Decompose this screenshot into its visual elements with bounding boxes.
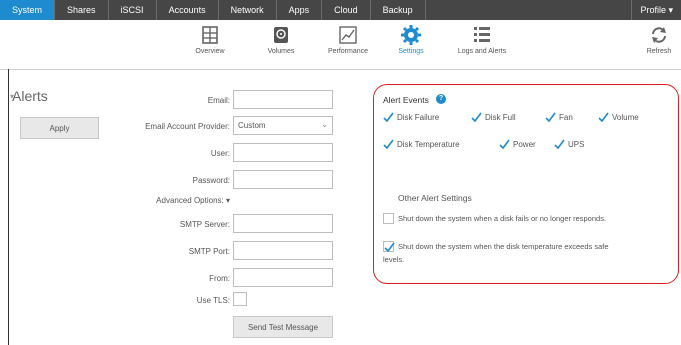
subnav-settings[interactable]: Settings xyxy=(391,24,431,55)
use-tls-label: Use TLS: xyxy=(196,296,230,305)
subnav-overview-label: Overview xyxy=(195,48,225,55)
send-test-message-button[interactable]: Send Test Message xyxy=(233,316,333,338)
checkmark-icon xyxy=(545,112,556,123)
smtp-port-label: SMTP Port: xyxy=(188,247,230,256)
tab-shares[interactable]: Shares xyxy=(55,0,109,20)
alert-events-title: Alert Events xyxy=(383,95,429,105)
subnav-performance-label: Performance xyxy=(327,48,369,55)
refresh-label: Refresh xyxy=(646,48,672,55)
sub-navigation: Overview Volumes Performance Settings Lo… xyxy=(0,20,681,70)
event-fan[interactable]: Fan xyxy=(545,112,573,123)
settings-icon xyxy=(400,24,422,46)
left-border xyxy=(8,69,9,345)
email-label: Email: xyxy=(207,96,230,105)
tab-accounts[interactable]: Accounts xyxy=(157,0,219,20)
event-power-label: Power xyxy=(513,140,536,149)
page-title: Alerts xyxy=(12,88,48,104)
performance-icon xyxy=(337,24,359,46)
advanced-options-toggle[interactable]: Advanced Options: ▾ xyxy=(156,196,230,205)
tab-iscsi[interactable]: iSCSI xyxy=(109,0,157,20)
info-icon[interactable]: ? xyxy=(436,94,446,104)
tab-system[interactable]: System xyxy=(0,0,56,20)
event-disk-failure-label: Disk Failure xyxy=(397,113,440,122)
checkmark-icon xyxy=(384,242,395,253)
subnav-settings-label: Settings xyxy=(398,48,424,55)
checkmark-icon xyxy=(383,139,394,150)
subnav-logs-alerts[interactable]: Logs and Alerts xyxy=(452,24,512,55)
checkmark-icon xyxy=(598,112,609,123)
password-field[interactable] xyxy=(233,170,333,189)
subnav-overview[interactable]: Overview xyxy=(190,24,230,55)
user-field[interactable] xyxy=(233,143,333,162)
checkmark-icon xyxy=(499,139,510,150)
provider-select[interactable]: Custom ⌄ xyxy=(233,116,333,135)
smtp-server-label: SMTP Server: xyxy=(179,220,230,229)
checkmark-icon xyxy=(554,139,565,150)
event-ups-label: UPS xyxy=(568,140,585,149)
chevron-down-icon: ⌄ xyxy=(321,120,328,129)
other-alert-settings-title: Other Alert Settings xyxy=(398,193,472,203)
shutdown-temp-checkbox[interactable] xyxy=(383,241,395,253)
from-field[interactable] xyxy=(233,268,333,287)
apply-button[interactable]: Apply xyxy=(20,117,99,139)
from-label: From: xyxy=(209,274,230,283)
password-label: Password: xyxy=(192,176,230,185)
shutdown-disk-label: Shut down the system when a disk fails o… xyxy=(398,214,607,223)
event-disk-failure[interactable]: Disk Failure xyxy=(383,112,439,123)
event-fan-label: Fan xyxy=(559,113,573,122)
checkmark-icon xyxy=(383,112,394,123)
logs-icon xyxy=(471,24,493,46)
subnav-volumes[interactable]: Volumes xyxy=(261,24,301,55)
user-label: User: xyxy=(210,149,230,158)
shutdown-disk-checkbox[interactable] xyxy=(383,213,394,224)
event-disk-full[interactable]: Disk Full xyxy=(471,112,516,123)
refresh-icon xyxy=(648,24,670,46)
tab-network[interactable]: Network xyxy=(219,0,277,20)
provider-label: Email Account Provider: xyxy=(145,122,230,131)
subnav-logs-alerts-label: Logs and Alerts xyxy=(457,48,507,55)
event-disk-temperature[interactable]: Disk Temperature xyxy=(383,139,460,150)
tab-cloud[interactable]: Cloud xyxy=(322,0,371,20)
overview-icon xyxy=(199,24,221,46)
use-tls-checkbox[interactable] xyxy=(233,292,247,306)
subnav-performance[interactable]: Performance xyxy=(323,24,373,55)
event-ups[interactable]: UPS xyxy=(554,139,584,150)
profile-menu[interactable]: Profile ▾ xyxy=(631,0,681,20)
email-field[interactable] xyxy=(233,90,333,109)
smtp-server-field[interactable] xyxy=(233,214,333,233)
checkmark-icon xyxy=(471,112,482,123)
tab-apps[interactable]: Apps xyxy=(277,0,323,20)
subnav-volumes-label: Volumes xyxy=(267,48,295,55)
event-disk-temperature-label: Disk Temperature xyxy=(397,140,460,149)
tab-backup[interactable]: Backup xyxy=(371,0,426,20)
event-disk-full-label: Disk Full xyxy=(485,113,516,122)
refresh-button[interactable]: Refresh xyxy=(640,24,678,55)
provider-value: Custom xyxy=(238,121,266,130)
smtp-port-field[interactable] xyxy=(233,241,333,260)
volumes-icon xyxy=(270,24,292,46)
top-navigation: System Shares iSCSI Accounts Network App… xyxy=(0,0,681,20)
event-volume-label: Volume xyxy=(612,113,639,122)
event-power[interactable]: Power xyxy=(499,139,536,150)
event-volume[interactable]: Volume xyxy=(598,112,639,123)
shutdown-temp-label: Shut down the system when the disk tempe… xyxy=(398,242,609,251)
shutdown-temp-label-cont: levels. xyxy=(383,255,405,264)
